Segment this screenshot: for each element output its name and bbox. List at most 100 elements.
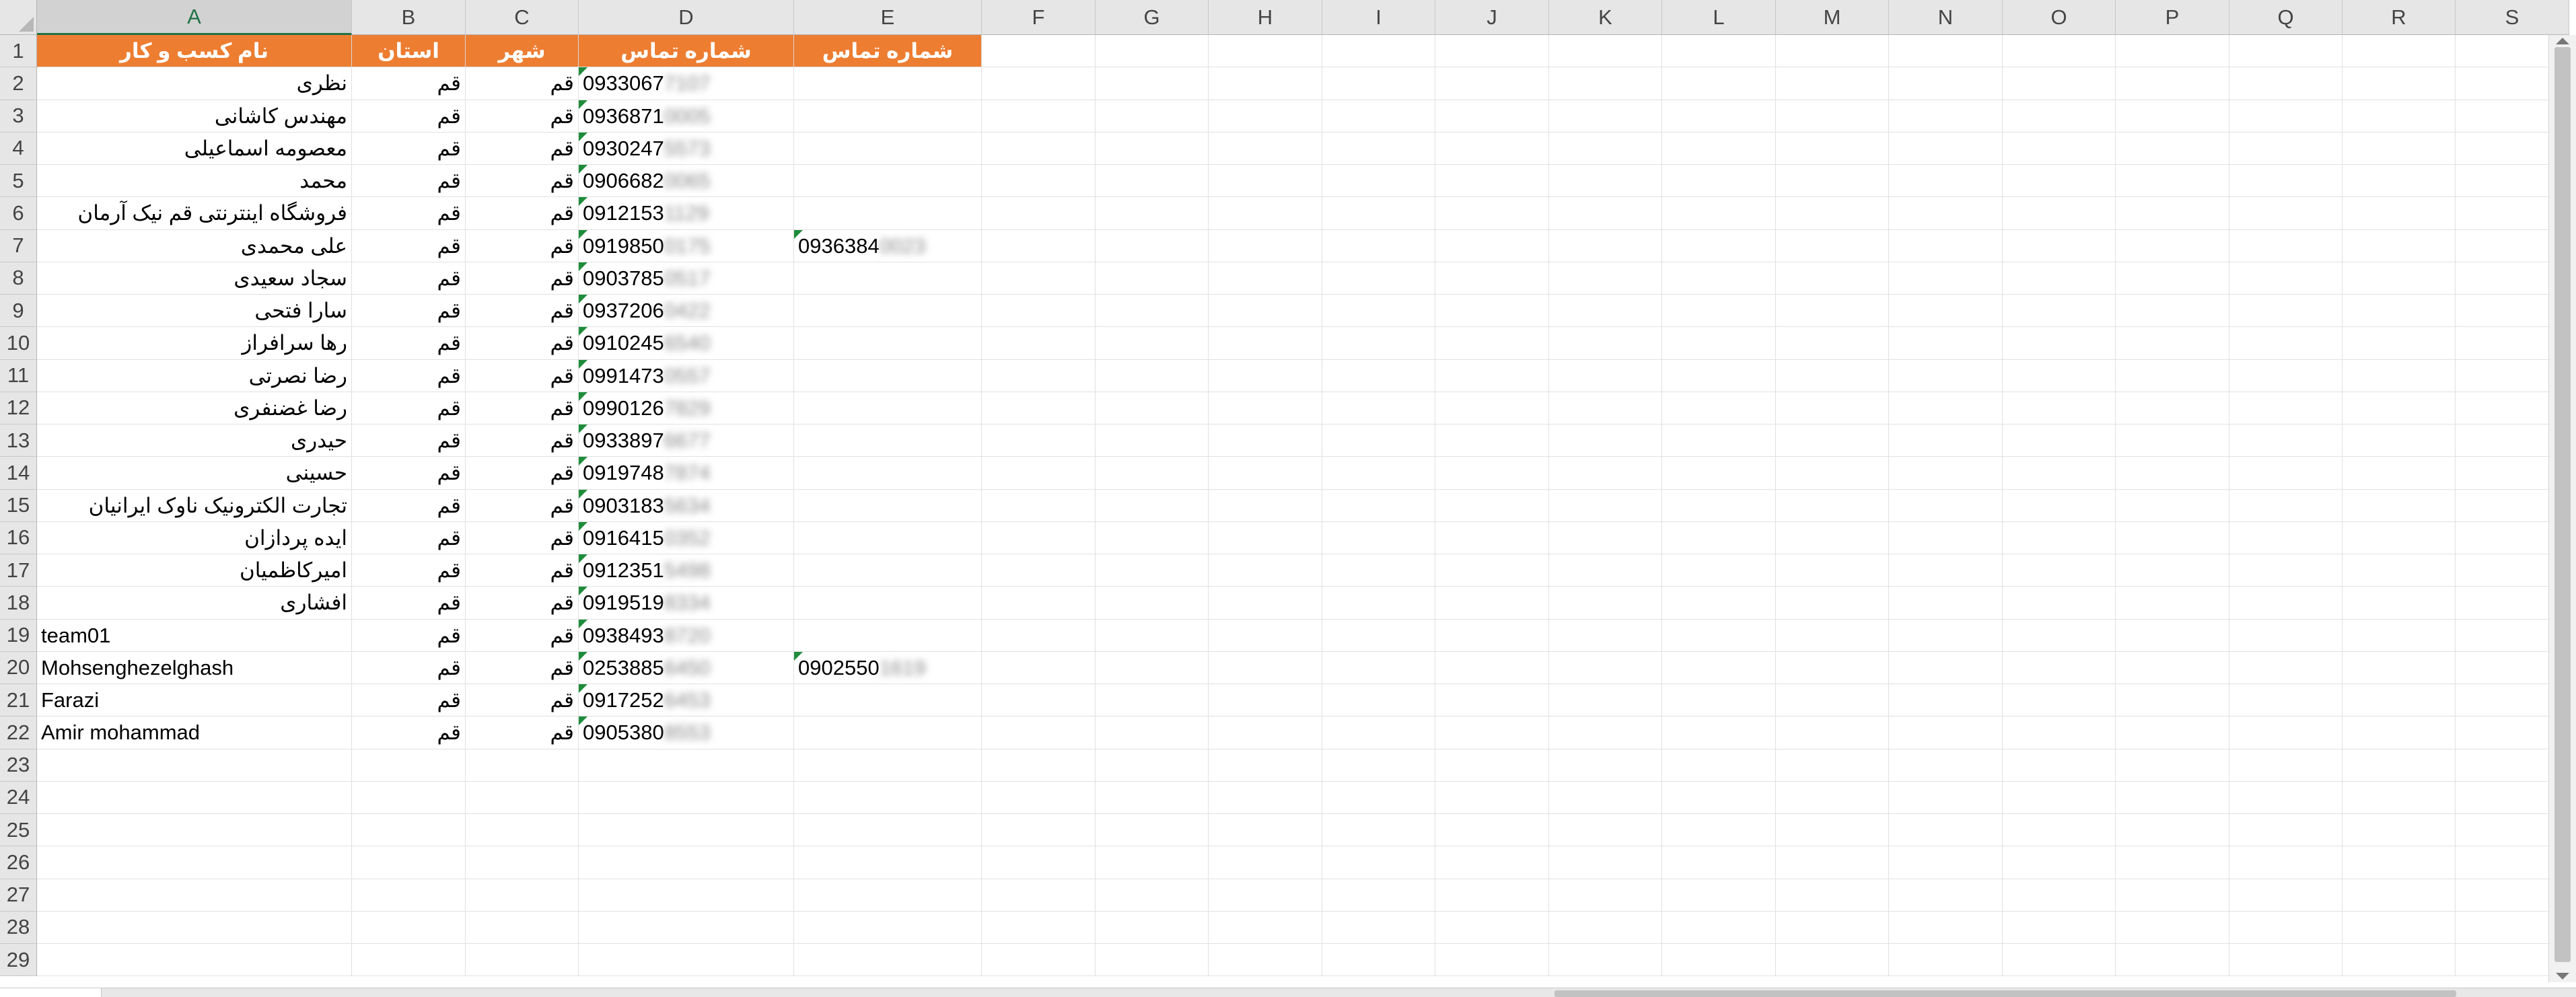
grid-cell[interactable] bbox=[1096, 651, 1209, 684]
grid-cell[interactable] bbox=[1096, 619, 1209, 652]
phone2-cell[interactable] bbox=[794, 619, 982, 652]
grid-cell[interactable] bbox=[1096, 879, 1209, 912]
grid-cell[interactable] bbox=[1549, 521, 1662, 554]
grid-cell[interactable] bbox=[1549, 327, 1662, 360]
grid-cell[interactable] bbox=[2342, 197, 2456, 230]
grid-cell[interactable] bbox=[2003, 619, 2116, 652]
grid-cell[interactable] bbox=[982, 587, 1096, 620]
grid-cell[interactable] bbox=[2003, 35, 2116, 68]
grid-cell[interactable] bbox=[1435, 100, 1549, 133]
grid-cell[interactable] bbox=[2116, 392, 2229, 424]
grid-cell[interactable] bbox=[1096, 716, 1209, 749]
row-header[interactable]: 8 bbox=[0, 262, 37, 295]
province-cell[interactable]: قم bbox=[352, 197, 466, 230]
row-header[interactable]: 22 bbox=[0, 716, 37, 749]
grid-cell[interactable] bbox=[1322, 392, 1435, 424]
grid-cell[interactable] bbox=[2116, 359, 2229, 392]
business-name-cell[interactable]: رضا غضنفری bbox=[37, 392, 352, 424]
grid-cell[interactable] bbox=[2003, 100, 2116, 133]
grid-cell[interactable] bbox=[1776, 67, 1889, 100]
grid-cell[interactable] bbox=[37, 911, 352, 944]
province-cell[interactable]: قم bbox=[352, 457, 466, 490]
city-cell[interactable]: قم bbox=[466, 457, 579, 490]
grid-cell[interactable] bbox=[466, 944, 579, 977]
city-cell[interactable]: قم bbox=[466, 132, 579, 165]
grid-cell[interactable] bbox=[2116, 35, 2229, 68]
column-header-o[interactable]: O bbox=[2003, 0, 2116, 35]
column-header-e[interactable]: E bbox=[794, 0, 982, 35]
city-cell[interactable]: قم bbox=[466, 587, 579, 620]
city-cell[interactable]: قم bbox=[466, 165, 579, 198]
grid-cell[interactable] bbox=[1776, 814, 1889, 847]
grid-cell[interactable] bbox=[1209, 749, 1322, 782]
grid-cell[interactable] bbox=[1096, 229, 1209, 262]
phone-cell[interactable]: 09121531129 bbox=[579, 197, 794, 230]
grid-cell[interactable] bbox=[2342, 749, 2456, 782]
grid-cell[interactable] bbox=[982, 489, 1096, 522]
business-name-cell[interactable]: Mohsenghezelghash bbox=[37, 651, 352, 684]
column-header-i[interactable]: I bbox=[1322, 0, 1435, 35]
grid-cell[interactable] bbox=[2116, 716, 2229, 749]
grid-cell[interactable] bbox=[1662, 327, 1776, 360]
grid-cell[interactable] bbox=[1322, 100, 1435, 133]
grid-cell[interactable] bbox=[1096, 814, 1209, 847]
grid-cell[interactable] bbox=[1322, 295, 1435, 328]
grid-cell[interactable] bbox=[1662, 132, 1776, 165]
phone-cell[interactable]: 09372060422 bbox=[579, 295, 794, 328]
grid-cell[interactable] bbox=[2229, 489, 2342, 522]
city-cell[interactable]: قم bbox=[466, 327, 579, 360]
grid-cell[interactable] bbox=[2342, 359, 2456, 392]
row-header[interactable]: 26 bbox=[0, 846, 37, 879]
grid-cell[interactable] bbox=[1549, 489, 1662, 522]
grid-cell[interactable] bbox=[1662, 392, 1776, 424]
grid-cell[interactable] bbox=[2342, 944, 2456, 977]
row-header[interactable]: 23 bbox=[0, 749, 37, 782]
grid-cell[interactable] bbox=[2116, 684, 2229, 717]
grid-cell[interactable] bbox=[2342, 132, 2456, 165]
column-header-p[interactable]: P bbox=[2116, 0, 2229, 35]
grid-cell[interactable] bbox=[1662, 879, 1776, 912]
grid-cell[interactable] bbox=[579, 879, 794, 912]
phone-cell[interactable]: 09302475573 bbox=[579, 132, 794, 165]
province-cell[interactable]: قم bbox=[352, 587, 466, 620]
grid-cell[interactable] bbox=[2116, 424, 2229, 457]
grid-cell[interactable] bbox=[1662, 944, 1776, 977]
grid-cell[interactable] bbox=[982, 911, 1096, 944]
grid-cell[interactable] bbox=[1209, 457, 1322, 490]
grid-cell[interactable] bbox=[1209, 846, 1322, 879]
grid-cell[interactable] bbox=[2229, 651, 2342, 684]
province-cell[interactable]: قم bbox=[352, 521, 466, 554]
grid-cell[interactable] bbox=[1662, 424, 1776, 457]
grid-cell[interactable] bbox=[982, 749, 1096, 782]
phone2-cell[interactable]: 09025501619 bbox=[794, 651, 982, 684]
grid-cell[interactable] bbox=[1889, 651, 2003, 684]
column-header-m[interactable]: M bbox=[1776, 0, 1889, 35]
phone-cell[interactable]: 09197487874 bbox=[579, 457, 794, 490]
grid-cell[interactable] bbox=[1096, 749, 1209, 782]
grid-cell[interactable] bbox=[2003, 814, 2116, 847]
grid-cell[interactable] bbox=[2342, 67, 2456, 100]
grid-cell[interactable] bbox=[2229, 197, 2342, 230]
grid-cell[interactable] bbox=[579, 846, 794, 879]
grid-cell[interactable] bbox=[794, 944, 982, 977]
city-cell[interactable]: قم bbox=[466, 197, 579, 230]
business-name-cell[interactable]: نظری bbox=[37, 67, 352, 100]
grid-cell[interactable] bbox=[1549, 100, 1662, 133]
grid-cell[interactable] bbox=[1322, 879, 1435, 912]
grid-cell[interactable] bbox=[1776, 424, 1889, 457]
city-cell[interactable]: قم bbox=[466, 651, 579, 684]
phone-cell[interactable]: 09037850517 bbox=[579, 262, 794, 295]
grid-cell[interactable] bbox=[1549, 295, 1662, 328]
grid-cell[interactable] bbox=[982, 132, 1096, 165]
row-header[interactable]: 12 bbox=[0, 392, 37, 424]
grid-cell[interactable] bbox=[1662, 521, 1776, 554]
grid-cell[interactable] bbox=[982, 392, 1096, 424]
header-cell[interactable]: شهر bbox=[466, 35, 579, 68]
phone-cell[interactable]: 09164150352 bbox=[579, 521, 794, 554]
grid-cell[interactable] bbox=[1662, 619, 1776, 652]
phone2-cell[interactable] bbox=[794, 684, 982, 717]
grid-cell[interactable] bbox=[579, 781, 794, 814]
grid-cell[interactable] bbox=[1889, 100, 2003, 133]
grid-cell[interactable] bbox=[1322, 749, 1435, 782]
phone2-cell[interactable] bbox=[794, 165, 982, 198]
